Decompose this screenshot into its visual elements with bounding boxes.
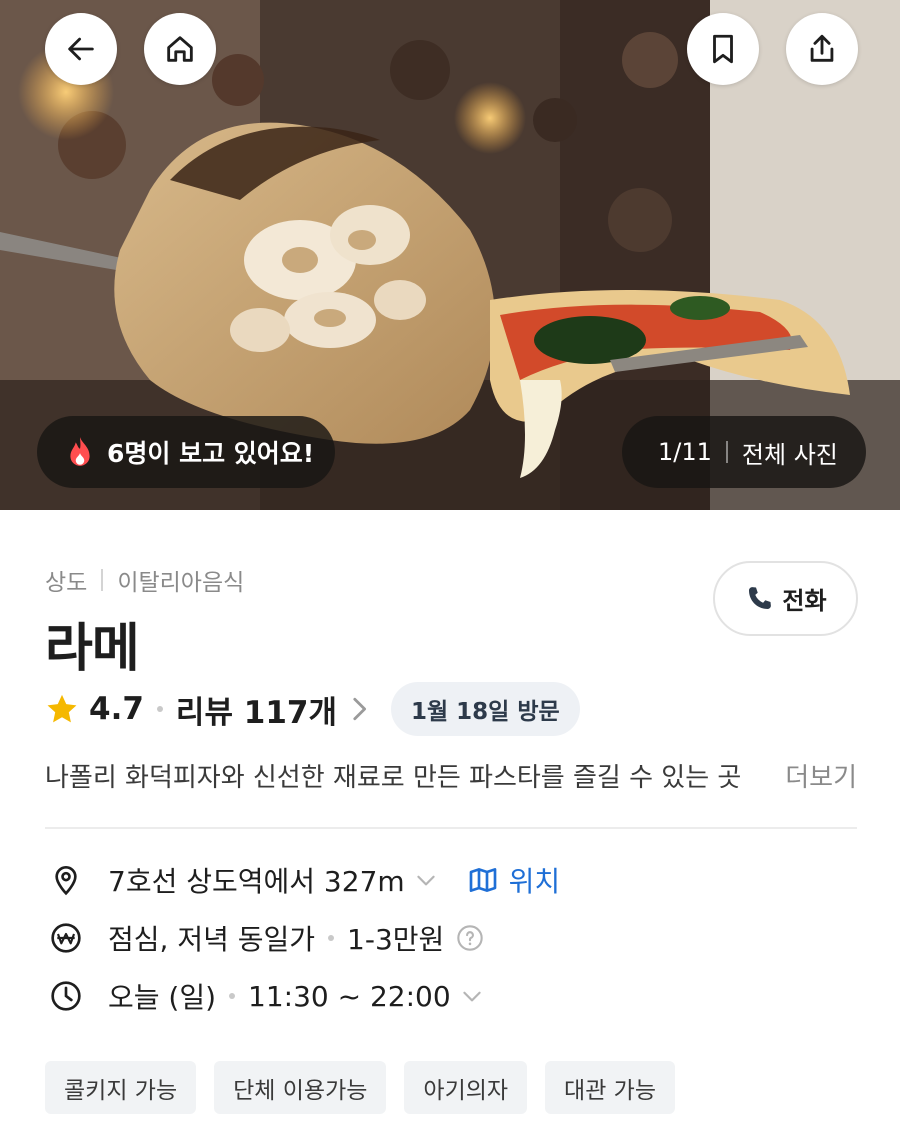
price-row: 점심, 저녁 동일가 1-3만원	[50, 913, 484, 963]
amenity-tag: 단체 이용가능	[214, 1061, 387, 1114]
amenity-tag: 아기의자	[404, 1061, 528, 1114]
won-currency-icon	[51, 923, 81, 953]
breadcrumb-separator	[101, 569, 104, 591]
hours-row[interactable]: 오늘 (일) 11:30 ~ 22:00	[50, 971, 485, 1021]
star-icon	[47, 694, 77, 723]
location-map-link[interactable]: 위치	[467, 860, 561, 900]
price-range-text: 1-3만원	[347, 923, 445, 956]
visit-date-badge: 1월 18일 방문	[390, 682, 580, 736]
home-button[interactable]	[144, 13, 216, 85]
share-button[interactable]	[786, 13, 858, 85]
bookmark-button[interactable]	[687, 13, 759, 85]
meal-times-text: 점심, 저녁 동일가	[108, 923, 316, 956]
opening-hours-text: 11:30 ~ 22:00	[248, 979, 451, 1013]
description-text: 나폴리 화덕피자와 신선한 재료로 만든 파스타를 즐길 수 있는 곳	[45, 763, 742, 793]
today-label: 오늘 (일)	[108, 981, 217, 1014]
clock-icon	[51, 981, 81, 1011]
map-icon	[469, 868, 496, 892]
all-photos-label: 전체 사진	[741, 440, 838, 469]
distance-text: 7호선 상도역에서 327m	[108, 865, 405, 898]
rating-row: 4.7 리뷰 117개 1월 18일 방문	[45, 682, 580, 736]
rating-score: 4.7	[89, 691, 144, 727]
price-dot-separator	[328, 935, 335, 941]
help-icon[interactable]	[456, 924, 484, 952]
chevron-right-icon[interactable]	[349, 695, 369, 723]
hours-dot-separator	[229, 993, 236, 999]
amenity-tag: 콜키지 가능	[45, 1061, 197, 1114]
arrow-left-icon	[68, 37, 94, 61]
all-photos-button[interactable]: 1/11 전체 사진	[622, 416, 866, 488]
live-viewers-badge: 6명이 보고 있어요!	[37, 416, 335, 488]
description-row: 나폴리 화덕피자와 신선한 재료로 만든 파스타를 즐길 수 있는 곳 더보기	[45, 757, 857, 794]
amenity-tags: 콜키지 가능 단체 이용가능 아기의자 대관 가능	[45, 1061, 675, 1114]
home-icon	[167, 36, 193, 62]
section-divider	[45, 827, 857, 829]
rating-dot-separator	[156, 706, 163, 712]
location-row: 7호선 상도역에서 327m 위치	[50, 855, 560, 905]
breadcrumb: 상도 이탈리아음식	[45, 563, 244, 597]
map-pin-icon	[55, 866, 77, 896]
more-button[interactable]: 더보기	[785, 757, 857, 794]
fire-icon	[70, 437, 90, 466]
phone-icon	[749, 586, 772, 609]
reviews-link[interactable]: 리뷰 117개	[176, 687, 337, 732]
live-viewers-text: 6명이 보고 있어요!	[107, 439, 315, 468]
call-button[interactable]: 전화	[713, 561, 858, 636]
photo-index: 1/11	[658, 438, 712, 466]
location-link-label: 위치	[508, 865, 561, 898]
area-label: 상도	[45, 570, 88, 596]
chevron-down-icon[interactable]	[413, 867, 439, 893]
bookmark-icon	[713, 34, 733, 64]
counter-separator	[725, 441, 728, 463]
call-label: 전화	[782, 587, 827, 615]
category-label: 이탈리아음식	[117, 570, 245, 596]
amenity-tag: 대관 가능	[545, 1061, 675, 1114]
share-icon	[810, 34, 834, 62]
chevron-down-icon[interactable]	[459, 983, 485, 1009]
hero-photo[interactable]: 6명이 보고 있어요! 1/11 전체 사진	[0, 0, 900, 510]
back-button[interactable]	[45, 13, 117, 85]
page-title: 라메	[45, 619, 140, 679]
